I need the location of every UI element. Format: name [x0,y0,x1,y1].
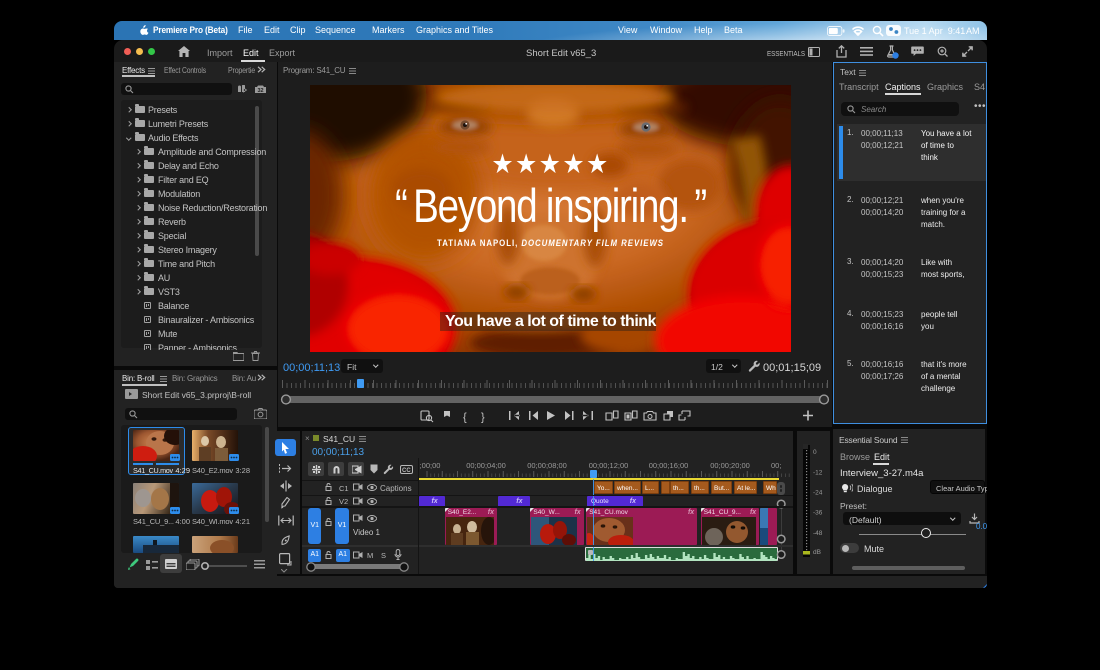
svg-text:00;00;04;00: 00;00;04;00 [466,461,506,470]
svg-text:;00;00: ;00;00 [420,461,441,470]
svg-text:CC: CC [402,468,411,474]
svg-text:00;00;12;00: 00;00;12;00 [589,461,629,470]
svg-text:}: } [481,412,485,424]
svg-text:00;00;08;00: 00;00;08;00 [527,461,567,470]
svg-text:-36: -36 [813,510,823,517]
svg-text:00;00;20;00: 00;00;20;00 [710,461,750,470]
svg-text:00;: 00; [771,461,781,470]
svg-text:32: 32 [257,88,263,93]
svg-text:dB: dB [813,549,821,556]
svg-text:-12: -12 [813,470,823,477]
svg-text:-24: -24 [813,490,823,497]
svg-text:00;00;16;00: 00;00;16;00 [649,461,689,470]
svg-text:0: 0 [813,449,817,456]
svg-text:{: { [463,412,467,424]
svg-text:-48: -48 [813,530,823,537]
